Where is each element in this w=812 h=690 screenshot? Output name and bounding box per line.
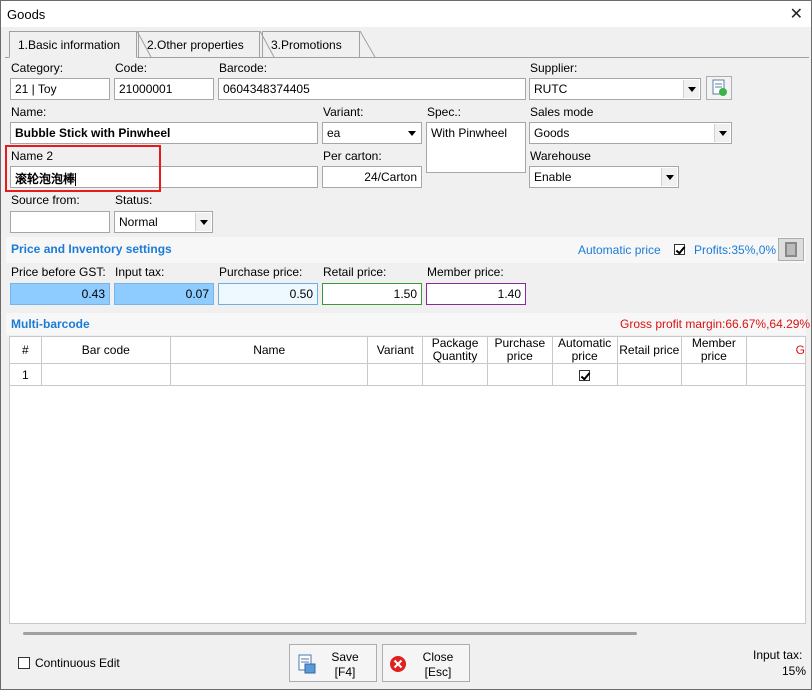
category-label: Category: bbox=[11, 61, 64, 75]
row-retail-cell[interactable] bbox=[616, 363, 683, 386]
chevron-down-icon[interactable] bbox=[404, 124, 420, 142]
gross-margin-text: Gross profit margin:66.67%,64.29% bbox=[620, 317, 811, 331]
member-price-label: Member price: bbox=[427, 265, 504, 279]
status-value: Normal bbox=[119, 215, 158, 229]
name2-highlight bbox=[5, 145, 161, 192]
warehouse-dropdown[interactable]: Enable bbox=[529, 166, 679, 188]
tab-slants bbox=[136, 31, 376, 58]
status-label: Status: bbox=[115, 193, 153, 207]
col-header-variant[interactable]: Variant bbox=[367, 336, 424, 364]
row-auto-cell[interactable] bbox=[551, 363, 618, 386]
window-title: Goods bbox=[7, 7, 46, 22]
continuous-edit-label: Continuous Edit bbox=[35, 656, 120, 670]
purchase-price-label: Purchase price: bbox=[219, 265, 303, 279]
notepad-icon bbox=[785, 242, 797, 257]
variant-dropdown[interactable]: ea bbox=[322, 122, 422, 144]
close-icon[interactable]: ✕ bbox=[790, 4, 803, 24]
save-icon bbox=[298, 654, 316, 674]
row-variant-cell[interactable] bbox=[367, 363, 424, 386]
col-header-barcode[interactable]: Bar code bbox=[40, 336, 172, 364]
source-label: Source from: bbox=[11, 193, 80, 207]
chevron-down-icon[interactable] bbox=[661, 168, 677, 186]
sales-mode-dropdown[interactable]: Goods bbox=[529, 122, 732, 144]
spec-label: Spec.: bbox=[427, 105, 462, 119]
row-gross-cell[interactable] bbox=[745, 363, 806, 386]
continuous-edit-checkbox[interactable] bbox=[18, 657, 30, 669]
row-auto-price-checkbox[interactable] bbox=[579, 369, 591, 381]
footer-input-tax-value: 15% bbox=[782, 664, 807, 678]
row-num: 1 bbox=[9, 363, 42, 386]
retail-price-field[interactable]: 1.50 bbox=[322, 283, 422, 305]
auto-price-label: Automatic price bbox=[578, 243, 661, 257]
horizontal-scrollbar[interactable] bbox=[23, 632, 637, 635]
member-price-field[interactable]: 1.40 bbox=[426, 283, 526, 305]
close-label: Close bbox=[422, 650, 454, 664]
chevron-down-icon[interactable] bbox=[683, 80, 699, 98]
category-field[interactable]: 21 | Toy bbox=[10, 78, 110, 100]
row-barcode-cell[interactable] bbox=[40, 363, 172, 386]
barcode-field[interactable]: 0604348374405 bbox=[218, 78, 526, 100]
title-bar: Goods ✕ bbox=[1, 1, 811, 27]
col-header-num[interactable]: # bbox=[9, 336, 42, 364]
supplier-value: RUTC bbox=[534, 82, 568, 96]
spec-field[interactable]: With Pinwheel bbox=[426, 122, 526, 173]
before-gst-label: Price before GST: bbox=[11, 265, 106, 279]
table-header-row: # Bar code Name Variant Package Quantity… bbox=[9, 336, 806, 364]
save-shortcut: [F4] bbox=[334, 665, 356, 679]
auto-price-checkbox[interactable] bbox=[674, 244, 685, 255]
code-field[interactable]: 21000001 bbox=[114, 78, 214, 100]
col-header-package-quantity[interactable]: Package Quantity bbox=[422, 336, 488, 364]
per-carton-field[interactable]: 24/Carton bbox=[322, 166, 422, 188]
row-package-cell[interactable] bbox=[422, 363, 488, 386]
notepad-button[interactable] bbox=[778, 238, 804, 261]
col-header-member-price[interactable]: Member price bbox=[681, 336, 747, 364]
profits-text: Profits:35%,0% bbox=[694, 243, 777, 257]
price-section-title: Price and Inventory settings bbox=[11, 242, 172, 256]
chevron-down-icon[interactable] bbox=[195, 213, 211, 231]
code-label: Code: bbox=[115, 61, 148, 75]
status-dropdown[interactable]: Normal bbox=[114, 211, 213, 233]
col-header-name[interactable]: Name bbox=[170, 336, 369, 364]
table-row[interactable]: 1 bbox=[9, 363, 806, 386]
before-gst-field[interactable]: 0.43 bbox=[10, 283, 110, 305]
retail-price-label: Retail price: bbox=[323, 265, 387, 279]
name-label: Name: bbox=[11, 105, 47, 119]
close-button[interactable]: Close [Esc] bbox=[382, 644, 470, 682]
sales-mode-value: Goods bbox=[534, 126, 570, 140]
row-purchase-cell[interactable] bbox=[486, 363, 553, 386]
col-header-retail-price[interactable]: Retail price bbox=[616, 336, 683, 364]
goods-dialog: Goods ✕ 1.Basic information 2.Other prop… bbox=[0, 0, 812, 690]
cancel-icon bbox=[390, 656, 406, 672]
purchase-price-field[interactable]: 0.50 bbox=[218, 283, 318, 305]
supplier-dropdown[interactable]: RUTC bbox=[529, 78, 701, 100]
name-field[interactable]: Bubble Stick with Pinwheel bbox=[10, 122, 318, 144]
supplier-label: Supplier: bbox=[530, 61, 578, 75]
variant-value: ea bbox=[327, 126, 341, 140]
save-label: Save bbox=[331, 650, 359, 664]
footer-input-tax-label: Input tax: bbox=[753, 648, 803, 662]
sales-mode-label: Sales mode bbox=[530, 105, 594, 119]
input-tax-field[interactable]: 0.07 bbox=[114, 283, 214, 305]
multi-section-title: Multi-barcode bbox=[11, 317, 90, 331]
col-header-gross[interactable]: G bbox=[745, 336, 806, 364]
variant-label: Variant: bbox=[323, 105, 364, 119]
save-button[interactable]: Save [F4] bbox=[289, 644, 377, 682]
row-name-cell[interactable] bbox=[170, 363, 369, 386]
warehouse-value: Enable bbox=[534, 170, 572, 184]
source-field[interactable] bbox=[10, 211, 110, 233]
col-header-automatic-price[interactable]: Automatic price bbox=[551, 336, 618, 364]
warehouse-label: Warehouse bbox=[530, 149, 591, 163]
input-tax-label: Input tax: bbox=[115, 265, 165, 279]
per-carton-label: Per carton: bbox=[323, 149, 382, 163]
supplier-lookup-button[interactable] bbox=[706, 76, 732, 100]
multi-barcode-table: # Bar code Name Variant Package Quantity… bbox=[9, 336, 806, 386]
row-member-cell[interactable] bbox=[681, 363, 747, 386]
document-search-icon bbox=[712, 79, 727, 96]
barcode-label: Barcode: bbox=[219, 61, 268, 75]
close-shortcut: [Esc] bbox=[424, 665, 452, 679]
col-header-purchase-price[interactable]: Purchase price bbox=[486, 336, 553, 364]
chevron-down-icon[interactable] bbox=[714, 124, 730, 142]
